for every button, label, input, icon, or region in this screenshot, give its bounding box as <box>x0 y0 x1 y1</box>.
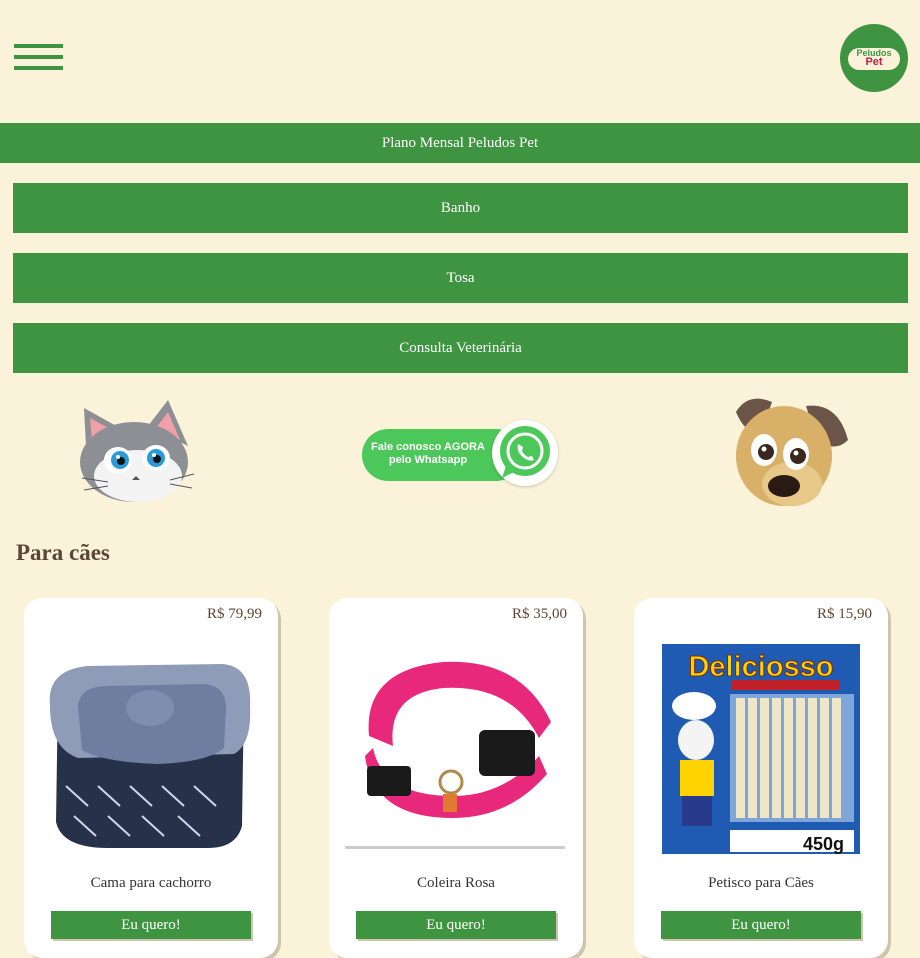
service-tosa-button[interactable]: Tosa <box>13 253 908 303</box>
logo-text: Peludos Pet <box>840 49 908 68</box>
product-price: R$ 15,90 <box>816 606 872 622</box>
product-name: Petisco para Cães <box>708 875 814 891</box>
whatsapp-contact-button[interactable]: Fale conosco AGORA pelo Whatsapp <box>360 420 560 490</box>
buy-button[interactable]: Eu quero! <box>51 911 251 939</box>
package-weight-text: 450g <box>803 834 844 854</box>
cat-face-icon <box>80 400 195 502</box>
service-banho-button[interactable]: Banho <box>13 183 908 233</box>
service-consulta-button[interactable]: Consulta Veterinária <box>13 323 908 373</box>
dog-face-icon <box>736 398 848 506</box>
whatsapp-icon-wrap <box>492 420 558 486</box>
buy-button[interactable]: Eu quero! <box>661 911 861 939</box>
hamburger-icon-bar <box>14 55 63 59</box>
hamburger-icon-bar <box>14 66 63 70</box>
whatsapp-icon <box>500 426 550 478</box>
plano-mensal-link[interactable]: Plano Mensal Peludos Pet <box>0 123 920 163</box>
hamburger-icon-bar <box>14 44 63 48</box>
product-card: R$ 15,90 Deliciosso 450g Petisco para Cã… <box>634 598 888 958</box>
product-card: R$ 79,99 Cama para cachorro Eu quero! <box>24 598 278 958</box>
dog-bed-image <box>49 664 251 848</box>
product-card: R$ 35,00 Coleira Rosa Eu quero! <box>329 598 583 958</box>
whatsapp-text-line2: pelo Whatsapp <box>388 454 468 466</box>
section-title: Para cães <box>16 540 110 565</box>
peludos-pet-logo[interactable]: Peludos Pet <box>840 24 908 92</box>
product-name: Coleira Rosa <box>417 875 495 891</box>
deliciosso-package-image: Deliciosso 450g <box>662 644 860 854</box>
product-name: Cama para cachorro <box>90 875 212 891</box>
buy-button[interactable]: Eu quero! <box>356 911 556 939</box>
pink-collar-image <box>345 661 565 849</box>
product-price: R$ 79,99 <box>206 606 262 622</box>
product-price: R$ 35,00 <box>511 606 567 622</box>
menu-button[interactable] <box>14 44 63 72</box>
logo-text-bottom: Pet <box>865 56 883 68</box>
whatsapp-text-line1: Fale conosco AGORA <box>371 441 485 453</box>
package-brand-text: Deliciosso <box>688 651 833 683</box>
